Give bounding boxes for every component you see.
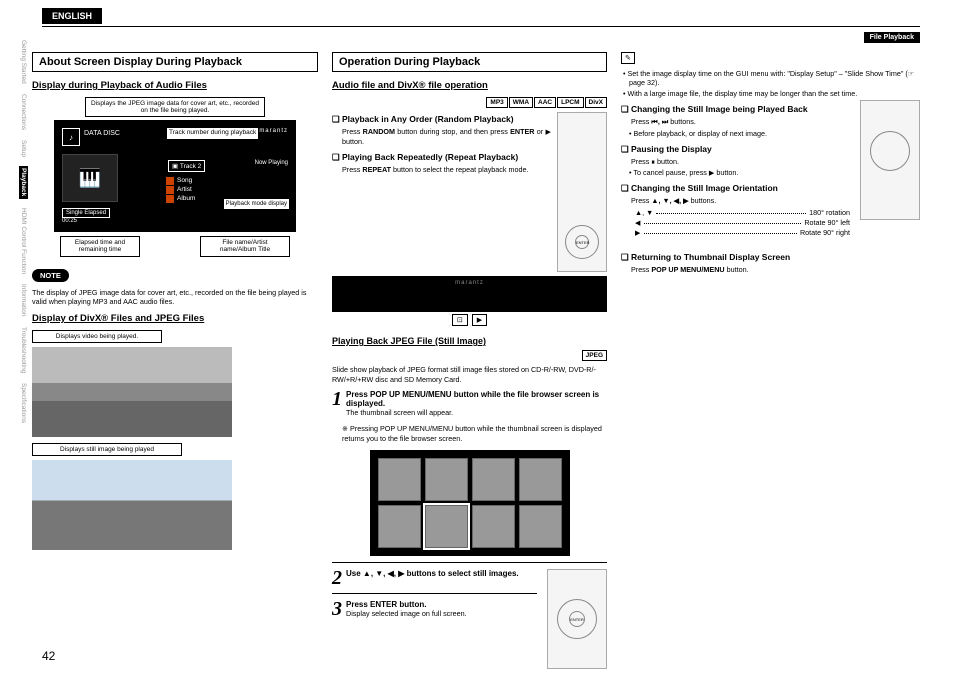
divider <box>332 562 607 563</box>
section-title: Operation During Playback <box>332 52 607 72</box>
pencil-icon: ✎ <box>621 52 635 64</box>
columns: About Screen Display During Playback Dis… <box>32 12 920 669</box>
sidebar-item: Specifications <box>20 383 27 423</box>
track-label: ▣ Track 2 <box>168 160 205 172</box>
step-number: 3 <box>332 600 342 619</box>
remote-diagram <box>860 100 920 220</box>
column-3: ✎ Set the image display time on the GUI … <box>621 52 920 669</box>
disp-icons: ⊡▶ <box>332 314 607 326</box>
body-text: Press POP UP MENU/MENU button. <box>631 265 920 275</box>
sidebar-item: Getting Started <box>20 40 27 84</box>
step-number: 2 <box>332 569 342 587</box>
video-preview <box>32 347 232 437</box>
q-head: Returning to Thumbnail Display Screen <box>621 252 920 263</box>
elapsed: Single Elapsed00:25 <box>62 208 110 224</box>
step-3: 3 Press ENTER button.Display selected im… <box>332 600 541 619</box>
remote-diagram: ENTER <box>547 569 607 669</box>
subhead: Playing Back JPEG File (Still Image) <box>332 336 607 346</box>
play-icon: ▶ <box>472 314 487 326</box>
divider <box>332 593 537 594</box>
format-badge: JPEG <box>582 350 607 361</box>
sidebar-nav: Getting Started Connections Setup Playba… <box>14 40 28 431</box>
section-title: About Screen Display During Playback <box>32 52 318 72</box>
tracknum-callout: Track number during playback <box>166 127 259 140</box>
subhead: Display during Playback of Audio Files <box>32 80 318 91</box>
still-preview <box>32 460 232 550</box>
disp-icon: ⊡ <box>452 314 468 326</box>
language-tab: ENGLISH <box>42 8 102 24</box>
thumbnail-grid <box>370 450 570 556</box>
coverart-thumb: 🎹 <box>62 154 118 202</box>
step-number: 1 <box>332 390 342 418</box>
note-badge: NOTE <box>32 269 69 282</box>
top-rule <box>42 26 920 27</box>
rotation-row: ▶Rotate 90° right <box>635 228 850 237</box>
sidebar-item: HDMI Control Function <box>20 208 27 274</box>
page-number: 42 <box>42 649 55 663</box>
callout: File name/Artist name/Album Title <box>200 236 290 256</box>
note-text: The display of JPEG image data for cover… <box>32 288 318 307</box>
body-text: ※ Pressing POP UP MENU/MENU button while… <box>342 424 607 443</box>
meta-tags: Song Artist Album <box>166 176 195 203</box>
callout: Elapsed time and remaining time <box>60 236 140 256</box>
sidebar-item: Information <box>20 284 27 317</box>
subhead: Audio file and DivX® file operation <box>332 80 607 91</box>
bullet: Set the image display time on the GUI me… <box>629 69 920 87</box>
callout: Displays video being played. <box>32 330 162 343</box>
subhead: Display of DivX® Files and JPEG Files <box>32 313 318 324</box>
section-badge: File Playback <box>864 32 920 43</box>
callout: Displays the JPEG image data for cover a… <box>85 97 265 117</box>
now-playing: Now Playing <box>255 160 288 166</box>
pbmode-callout: Playback mode display <box>223 198 290 210</box>
sidebar-item-active: Playback <box>19 166 28 198</box>
step-1: 1 Press POP UP MENU/MENU button while th… <box>332 390 607 418</box>
sidebar-item: Setup <box>20 140 27 157</box>
body-text: Slide show playback of JPEG format still… <box>332 365 607 384</box>
step-2: 2 Use ▲, ▼, ◀, ▶ buttons to select still… <box>332 569 541 587</box>
disc-icon: ♪ <box>62 128 80 146</box>
column-1: About Screen Display During Playback Dis… <box>32 52 318 669</box>
callout: Displays still image being played <box>32 443 182 456</box>
remote-diagram: ENTER <box>557 112 607 272</box>
column-2: Operation During Playback Audio file and… <box>332 52 607 669</box>
format-badges: MP3WMAAACLPCMDivX <box>332 97 607 108</box>
disc-label: DATA DISC <box>84 130 120 137</box>
sidebar-item: Connections <box>20 94 27 130</box>
bullet: With a large image file, the display tim… <box>629 89 920 98</box>
brand-text: marantz <box>259 128 288 134</box>
text-display: marantz <box>332 276 607 312</box>
sidebar-item: Troubleshooting <box>20 327 27 373</box>
playback-display: ♪ DATA DISC Track number during playback… <box>54 120 296 232</box>
